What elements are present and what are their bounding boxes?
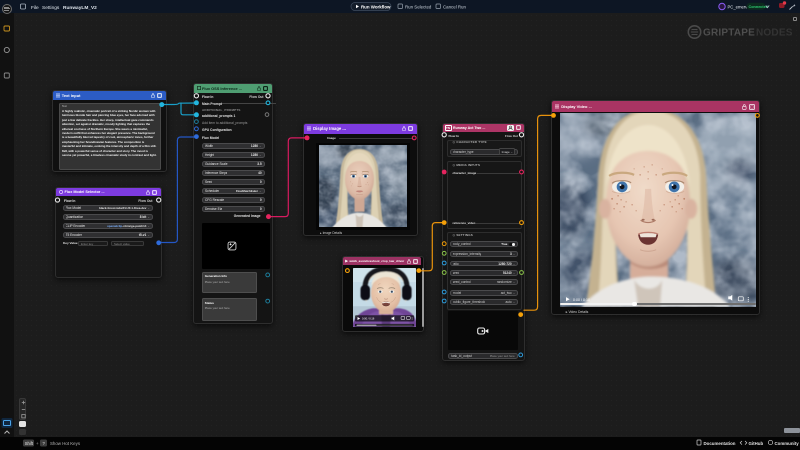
svg-text:GitHub: GitHub bbox=[749, 441, 764, 446]
svg-text:Run Workflow: Run Workflow bbox=[361, 5, 391, 10]
svg-text:Documentation: Documentation bbox=[704, 441, 736, 446]
svg-text:RunwayLM_V2: RunwayLM_V2 bbox=[63, 5, 97, 11]
svg-text:PC_emerv: PC_emerv bbox=[728, 4, 749, 9]
svg-text:+: + bbox=[36, 441, 39, 446]
svg-text:Shift: Shift bbox=[25, 441, 34, 446]
svg-text:Run Selected: Run Selected bbox=[405, 5, 432, 10]
svg-text:Community: Community bbox=[775, 441, 800, 446]
svg-text:GRIPTAPE: GRIPTAPE bbox=[703, 28, 755, 39]
svg-text:Show Hot Keys: Show Hot Keys bbox=[50, 441, 81, 446]
svg-text:0:00 / 0:10: 0:00 / 0:10 bbox=[573, 298, 590, 302]
svg-text:NODES: NODES bbox=[756, 28, 793, 39]
svg-text:File: File bbox=[31, 5, 39, 11]
svg-text:Cancel Run: Cancel Run bbox=[443, 5, 466, 10]
svg-text:0:00 / 0:16: 0:00 / 0:16 bbox=[362, 317, 375, 321]
svg-text:Settings: Settings bbox=[42, 5, 60, 11]
